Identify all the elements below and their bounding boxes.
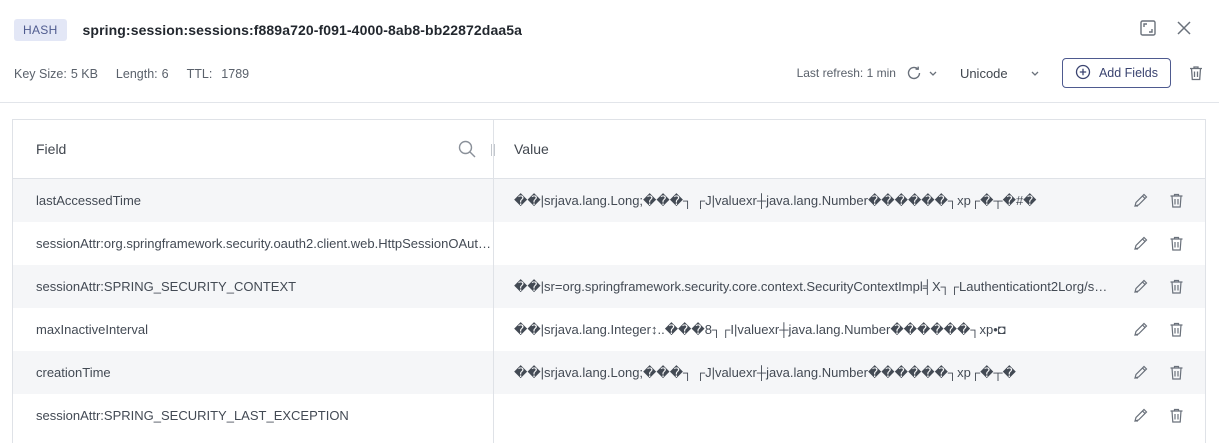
close-icon[interactable] <box>1175 19 1193 37</box>
key-length: Length: 6 <box>116 67 169 81</box>
pencil-icon[interactable] <box>1131 406 1149 424</box>
table-row[interactable]: maxInactiveInterval ��|srjava.lang.Inte… <box>13 308 1205 351</box>
row-actions <box>1131 191 1185 209</box>
value-cell[interactable]: ��|srjava.lang.Long;���┐ ┌J|valuexr┼ja… <box>514 193 1109 209</box>
header-divider <box>0 102 1219 103</box>
plus-circle-icon <box>1075 64 1091 83</box>
add-fields-button[interactable]: Add Fields <box>1062 58 1171 88</box>
ttl-value[interactable]: 1789 <box>221 67 249 81</box>
search-icon[interactable] <box>457 139 477 159</box>
key-size-value: 5 KB <box>71 67 98 81</box>
column-header-field[interactable]: Field <box>36 141 66 157</box>
row-actions <box>1131 234 1185 252</box>
trash-icon[interactable] <box>1167 363 1185 381</box>
table-row[interactable]: sessionAttr:SPRING_SECURITY_CONTEXT ��|s… <box>13 265 1205 308</box>
trash-icon[interactable] <box>1167 320 1185 338</box>
key-type-badge: HASH <box>14 19 67 41</box>
key-actions: Last refresh: 1 min Unicode Add Fields <box>797 58 1205 88</box>
field-cell[interactable]: lastAccessedTime <box>36 193 491 208</box>
table-row[interactable]: creationTime ��|srjava.lang.Long;���┐ … <box>13 351 1205 394</box>
pencil-icon[interactable] <box>1131 320 1149 338</box>
field-cell[interactable]: sessionAttr:SPRING_SECURITY_LAST_EXCEPTI… <box>36 408 491 423</box>
table-row[interactable]: sessionAttr:SPRING_SECURITY_LAST_EXCEPTI… <box>13 394 1205 437</box>
value-cell[interactable]: ��|sr=org.springframework.security.core.… <box>514 279 1109 295</box>
refresh-icon[interactable] <box>906 65 922 81</box>
window-controls <box>1139 19 1193 37</box>
pencil-icon[interactable] <box>1131 234 1149 252</box>
last-refresh-label: Last refresh: 1 min <box>797 66 896 80</box>
trash-icon[interactable] <box>1187 64 1205 82</box>
format-select[interactable]: Unicode <box>960 66 1040 81</box>
chevron-down-icon[interactable] <box>928 68 938 78</box>
trash-icon[interactable] <box>1167 277 1185 295</box>
row-actions <box>1131 277 1185 295</box>
field-cell[interactable]: sessionAttr:SPRING_SECURITY_CONTEXT <box>36 279 491 294</box>
trash-icon[interactable] <box>1167 191 1185 209</box>
trash-icon[interactable] <box>1167 234 1185 252</box>
key-header: HASH spring:session:sessions:f889a720-f0… <box>14 18 1205 42</box>
field-cell[interactable]: sessionAttr:org.springframework.security… <box>36 236 491 251</box>
column-header-value[interactable]: Value <box>514 141 549 157</box>
row-actions <box>1131 406 1185 424</box>
expand-icon[interactable] <box>1139 19 1157 37</box>
value-cell[interactable]: ��|srjava.lang.Long;���┐ ┌J|valuexr┼ja… <box>514 365 1109 381</box>
table-body: lastAccessedTime ��|srjava.lang.Long;��… <box>13 179 1205 437</box>
add-fields-label: Add Fields <box>1099 66 1158 80</box>
key-ttl[interactable]: TTL: 1789 <box>187 67 250 81</box>
ttl-label: TTL: <box>187 67 213 81</box>
table-header: Field Value <box>13 120 1205 179</box>
value-cell[interactable]: ��|srjava.lang.Integer↕..���8┐┌I|valuex… <box>514 322 1109 338</box>
fields-table: Field Value lastAccessedTime ��|srjava.… <box>12 119 1206 443</box>
field-cell[interactable]: maxInactiveInterval <box>36 322 491 337</box>
key-name[interactable]: spring:session:sessions:f889a720-f091-40… <box>83 22 522 38</box>
pencil-icon[interactable] <box>1131 191 1149 209</box>
key-size-label: Key Size: <box>14 67 67 81</box>
key-size: Key Size: 5 KB <box>14 67 98 81</box>
row-actions <box>1131 363 1185 381</box>
table-row[interactable]: sessionAttr:org.springframework.security… <box>13 222 1205 265</box>
row-actions <box>1131 320 1185 338</box>
format-select-value: Unicode <box>960 66 1008 81</box>
length-value: 6 <box>162 67 169 81</box>
chevron-down-icon <box>1030 66 1040 81</box>
key-meta: Key Size: 5 KB Length: 6 TTL: 1789 Last ref… <box>14 62 1205 86</box>
length-label: Length: <box>116 67 158 81</box>
trash-icon[interactable] <box>1167 406 1185 424</box>
pencil-icon[interactable] <box>1131 277 1149 295</box>
pencil-icon[interactable] <box>1131 363 1149 381</box>
column-separator <box>493 120 494 443</box>
key-details-panel: HASH spring:session:sessions:f889a720-f0… <box>0 0 1219 443</box>
field-cell[interactable]: creationTime <box>36 365 491 380</box>
table-row[interactable]: lastAccessedTime ��|srjava.lang.Long;��… <box>13 179 1205 222</box>
